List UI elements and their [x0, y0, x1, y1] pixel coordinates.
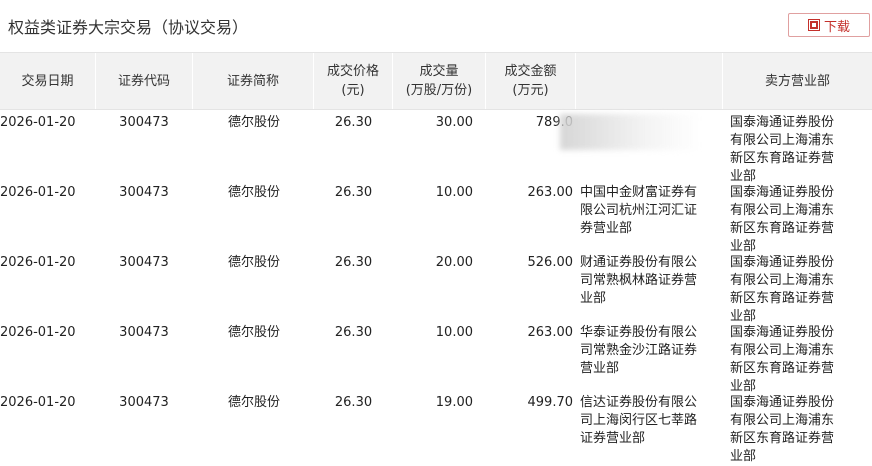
- security-code: 300473: [119, 395, 169, 410]
- security-name: 德尔股份: [227, 185, 280, 200]
- trade-price: 26.30: [334, 325, 373, 340]
- trade-price: 26.30: [334, 255, 373, 270]
- header-date: 交易日期: [0, 53, 96, 109]
- trade-date: 2026-01-20: [0, 395, 76, 410]
- trade-volume: 19.00: [435, 395, 473, 410]
- security-name: 德尔股份: [227, 255, 280, 270]
- header-price: 成交价格 (元): [314, 53, 393, 109]
- redacted-blur: [560, 114, 700, 150]
- trade-amount: 263.00: [527, 185, 574, 200]
- header-seller: 卖方营业部: [764, 73, 830, 89]
- header-name: 证券简称: [193, 53, 314, 109]
- table-row: 2026-01-20 300473 德尔股份 26.30 10.00 263.00 中国中金…: [0, 184, 872, 254]
- trade-amount: 526.00: [527, 255, 574, 270]
- download-label: 下载: [823, 19, 850, 35]
- download-button[interactable]: 下载: [788, 13, 870, 37]
- trade-volume: 20.00: [435, 255, 473, 270]
- security-code: 300473: [119, 115, 169, 130]
- security-name: 德尔股份: [227, 325, 280, 340]
- security-name: 德尔股份: [227, 115, 280, 130]
- trade-date: 2026-01-20: [0, 325, 76, 340]
- security-name: 德尔股份: [227, 395, 280, 410]
- buyer-branch: 华泰证券股份有限公司常熟金沙江路证券营业部: [580, 325, 698, 376]
- seller-branch: 国泰海通证券股份有限公司上海浦东新区东育路证券营业部: [730, 255, 835, 324]
- trade-price: 26.30: [334, 185, 373, 200]
- trade-price: 26.30: [334, 115, 373, 130]
- security-code: 300473: [119, 325, 169, 340]
- trade-date: 2026-01-20: [0, 255, 76, 270]
- trade-volume: 10.00: [435, 325, 473, 340]
- header-code: 证券代码: [96, 53, 193, 109]
- security-code: 300473: [119, 255, 169, 270]
- buyer-branch: 信达证券股份有限公司上海闵行区七莘路证券营业部: [580, 395, 698, 446]
- header-buyer: [576, 53, 723, 109]
- trade-amount: 263.00: [527, 325, 574, 340]
- seller-branch: 国泰海通证券股份有限公司上海浦东新区东育路证券营业部: [730, 115, 835, 184]
- trade-date: 2026-01-20: [0, 185, 76, 200]
- security-code: 300473: [119, 185, 169, 200]
- buyer-branch: 财通证券股份有限公司常熟枫林路证券营业部: [580, 255, 698, 306]
- table-header: 交易日期 证券代码 证券简称 成交价格 (元) 成交量 (万股/万份) 成交金额 (万…: [0, 52, 872, 110]
- table-row: 2026-01-20 300473 德尔股份 26.30 20.00 526.00 财通证券…: [0, 254, 872, 324]
- table-row: 2026-01-20 300473 德尔股份 26.30 10.00 263.00 华泰证券…: [0, 324, 872, 394]
- buyer-branch: 中国中金财富证券有限公司杭州江河汇证券营业部: [580, 185, 698, 236]
- seller-branch: 国泰海通证券股份有限公司上海浦东新区东育路证券营业部: [730, 395, 835, 464]
- page-title: 权益类证券大宗交易（协议交易）: [8, 18, 249, 37]
- seller-branch: 国泰海通证券股份有限公司上海浦东新区东育路证券营业部: [730, 185, 835, 254]
- header-volume: 成交量 (万股/万份): [393, 53, 486, 109]
- trade-volume: 30.00: [435, 115, 473, 130]
- table-row: 2026-01-20 300473 德尔股份 26.30 30.00 789.0 国泰海通证…: [0, 114, 872, 184]
- seller-branch: 国泰海通证券股份有限公司上海浦东新区东育路证券营业部: [730, 325, 835, 394]
- table-row: 2026-01-20 300473 德尔股份 26.30 19.00 499.70 信达证券…: [0, 394, 872, 464]
- trade-price: 26.30: [334, 395, 373, 410]
- trade-volume: 10.00: [435, 185, 473, 200]
- download-icon: [807, 19, 820, 31]
- trade-amount: 499.70: [527, 395, 574, 410]
- header-amount: 成交金额 (万元): [486, 53, 576, 109]
- trade-date: 2026-01-20: [0, 115, 76, 130]
